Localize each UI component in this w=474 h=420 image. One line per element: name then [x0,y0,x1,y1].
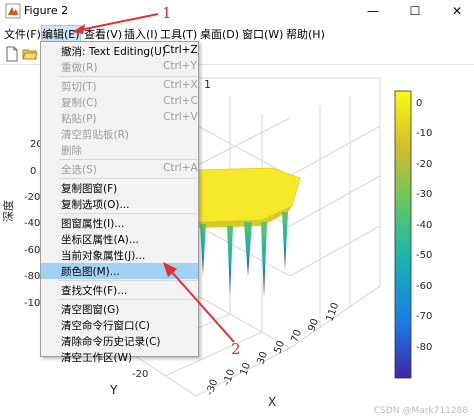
menu-tools[interactable]: 工具(T) [160,26,197,42]
x-axis-label: X [268,395,276,409]
menu-help[interactable]: 帮助(H) [286,26,325,42]
menu-item-clear-clipboard[interactable]: 清空剪贴板(R) [41,126,198,142]
title-bar: Figure 2 — ☐ ✕ [0,0,474,22]
menu-item-colormap[interactable]: 颜色图(M)... [41,263,198,279]
z-tick-label: -20 [24,192,40,203]
open-folder-icon[interactable] [22,46,38,62]
maximize-button[interactable]: ☐ [398,0,432,22]
menu-file[interactable]: 文件(F) [4,26,41,42]
colorbar-tick-label: -80 [416,342,432,353]
x-tick-label: -10 [221,368,237,387]
menu-window[interactable]: 窗口(W) [242,26,283,42]
watermark: CSDN @Mark711288 [373,406,468,416]
colorbar-tick-label: -10 [416,128,432,139]
menu-desktop[interactable]: 桌面(D) [200,26,239,42]
z-tick-label: -60 [24,245,40,256]
menu-item-clear-command-window[interactable]: 清空命令行窗口(C) [41,317,198,333]
edit-menu-dropdown: 撤消: Text Editing(U) Ctrl+Z 重做(R) Ctrl+Y … [40,41,199,364]
menu-item-find-files[interactable]: 查找文件(F)... [41,282,198,298]
x-tick-label: 110 [324,301,341,323]
menu-item-redo[interactable]: 重做(R) Ctrl+Y [41,59,198,75]
menu-item-delete[interactable]: 删除 [41,142,198,158]
menu-item-copy-figure[interactable]: 复制图窗(F) [41,180,198,196]
x-tick-label: -30 [204,378,220,397]
menu-item-clear-workspace[interactable]: 清空工作区(W) [41,349,198,365]
colorbar-tick-label: -70 [416,311,432,322]
menu-item-copy[interactable]: 复制(C) Ctrl+C [41,94,198,110]
menu-item-axes-properties[interactable]: 坐标区属性(A)... [41,231,198,247]
colorbar-tick-label: 0 [416,98,422,109]
partial-tick-label: 1 [204,78,211,91]
menu-item-cut[interactable]: 剪切(T) Ctrl+X [41,78,198,94]
x-tick-label: 90 [306,317,321,333]
menu-item-select-all[interactable]: 全选(S) Ctrl+A [41,161,198,177]
x-tick-label: 10 [238,361,253,377]
colorbar-tick-label: -60 [416,281,432,292]
close-button[interactable]: ✕ [440,0,474,22]
x-tick-label: 50 [272,339,287,355]
menu-item-clear-figure[interactable]: 清空图窗(G) [41,301,198,317]
z-tick-label: -80 [24,271,40,282]
surface-spike [200,224,206,274]
menu-separator [59,76,197,77]
minimize-button[interactable]: — [356,0,390,22]
z-tick-label: 0 [30,166,36,177]
menu-separator [59,299,197,300]
menu-insert[interactable]: 插入(I) [124,26,158,42]
window-title: Figure 2 [24,4,69,17]
menu-item-clear-command-history[interactable]: 清除命令历史记录(C) [41,333,198,349]
colorbar-tick-label: -50 [416,250,432,261]
menu-separator [59,213,197,214]
menu-item-figure-properties[interactable]: 图窗属性(I)... [41,215,198,231]
colorbar-tick-label: -30 [416,189,432,200]
x-tick-label: 30 [255,350,270,366]
colorbar-tick-label: -20 [416,159,432,170]
menu-separator [59,159,197,160]
surface-spike [282,212,288,270]
matlab-figure-icon [5,3,21,19]
menu-item-copy-options[interactable]: 复制选项(O)... [41,196,198,212]
menu-item-undo[interactable]: 撤消: Text Editing(U) Ctrl+Z [41,43,198,59]
menu-edit[interactable]: 编辑(E) [41,25,81,43]
x-tick-label: 70 [289,328,304,344]
callout-label-1: 1 [162,4,172,22]
y-axis-label: Y [109,383,118,397]
new-figure-icon[interactable] [4,46,20,62]
z-tick-label: -40 [24,218,40,229]
z-axis-label: 深度 [1,200,15,222]
colorbar-tick-label: -40 [416,220,432,231]
surface-spike [227,226,233,296]
menu-view[interactable]: 查看(V) [84,26,122,42]
menu-item-current-object-properties[interactable]: 当前对象属性(J)... [41,247,198,263]
menu-separator [59,178,197,179]
y-tick-label: -20 [132,369,148,380]
colorbar[interactable] [394,90,412,379]
menu-item-paste[interactable]: 粘贴(P) Ctrl+V [41,110,198,126]
menu-bar: 文件(F) 编辑(E) 查看(V) 插入(I) 工具(T) 桌面(D) 窗口(W… [0,24,474,43]
menu-separator [59,280,197,281]
callout-label-2: 2 [231,340,241,358]
surface-spike [244,222,252,276]
